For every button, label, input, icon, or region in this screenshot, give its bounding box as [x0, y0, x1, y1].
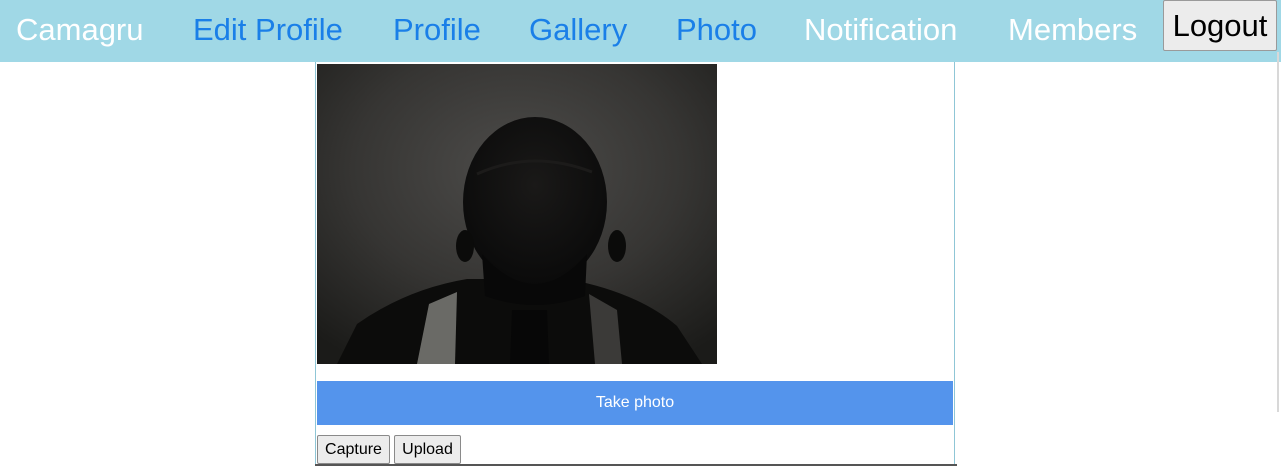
take-photo-button[interactable]: Take photo — [317, 381, 953, 425]
scrollbar[interactable] — [1277, 52, 1279, 412]
brand-link[interactable]: Camagru — [16, 12, 144, 48]
nav-item-profile[interactable]: Profile — [393, 12, 481, 48]
upload-button[interactable]: Upload — [394, 435, 461, 464]
nav-item-notification[interactable]: Notification — [804, 12, 957, 48]
webcam-video — [317, 64, 717, 364]
capture-button[interactable]: Capture — [317, 435, 390, 464]
webcam-feed-image — [317, 64, 717, 364]
logout-button[interactable]: Logout — [1163, 0, 1277, 51]
nav-item-gallery[interactable]: Gallery — [529, 12, 627, 48]
nav-item-edit-profile[interactable]: Edit Profile — [193, 12, 343, 48]
navbar: Camagru Edit Profile Profile Gallery Pho… — [0, 0, 1281, 62]
nav-item-members[interactable]: Members — [1008, 12, 1137, 48]
nav-item-photo[interactable]: Photo — [676, 12, 757, 48]
